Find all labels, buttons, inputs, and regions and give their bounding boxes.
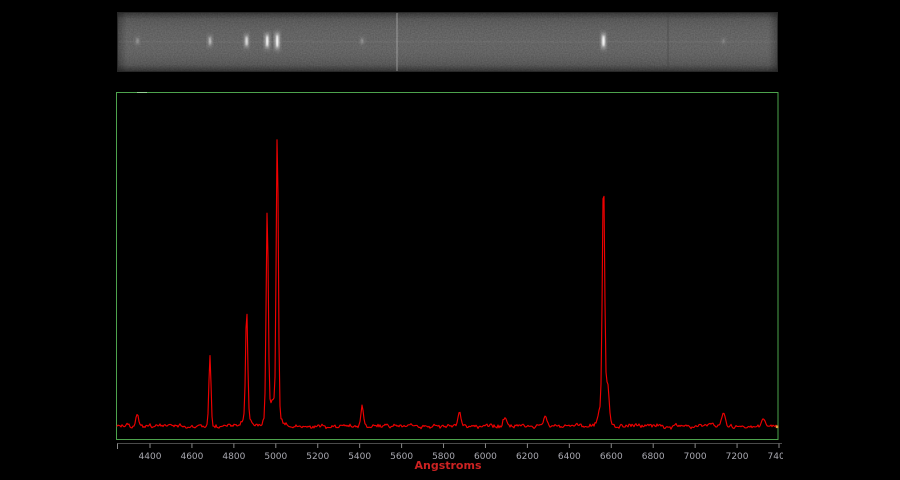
axis-tick-label: 4600 xyxy=(180,452,203,462)
axis-title: Angstroms xyxy=(414,459,481,472)
axis-tick-label: 7400 xyxy=(768,452,791,462)
emission-dash-core xyxy=(245,36,248,46)
spectrum-trace xyxy=(116,139,779,430)
plot-frame xyxy=(116,92,779,440)
spectrum-plot[interactable] xyxy=(116,92,779,440)
axis-tick-label: 6600 xyxy=(600,452,623,462)
axis-tick-label: 5600 xyxy=(390,452,413,462)
emission-dash-core xyxy=(602,35,605,47)
spectroscopy-canvas: 4400 4600 4800 5000 5200 5400 5600 5800 6000 6200… xyxy=(116,12,791,472)
axis-tick-label: 4400 xyxy=(139,452,162,462)
x-axis: 4400 4600 4800 5000 5200 5400 5600 5800 6000 6200… xyxy=(117,443,791,472)
continuum-trace xyxy=(118,41,777,43)
axis-tick-label: 5400 xyxy=(348,452,371,462)
axis-tick-label: 7000 xyxy=(684,452,707,462)
raw-spectrum-strip[interactable] xyxy=(117,12,778,72)
axis-tick-label: 4800 xyxy=(222,452,245,462)
emission-dash-core xyxy=(136,38,139,44)
emission-dash-core xyxy=(208,37,211,45)
axis-tick-label: 6400 xyxy=(558,452,581,462)
axis-tick-label: 6200 xyxy=(516,452,539,462)
axis-tick-label: 5200 xyxy=(306,452,329,462)
emission-dash-core xyxy=(276,34,279,48)
trace-endpoint-artifact xyxy=(775,425,779,429)
axis-tick-label: 6800 xyxy=(642,452,665,462)
column-artifact xyxy=(396,13,398,71)
application-window: 4400 4600 4800 5000 5200 5400 5600 5800 6000 6200… xyxy=(0,0,900,480)
axis-tick-label: 7200 xyxy=(726,452,749,462)
emission-dash-core xyxy=(266,35,269,47)
axis-tick-label: 5000 xyxy=(264,452,287,462)
emission-dash-core xyxy=(361,38,364,44)
emission-dash-core xyxy=(722,38,725,44)
